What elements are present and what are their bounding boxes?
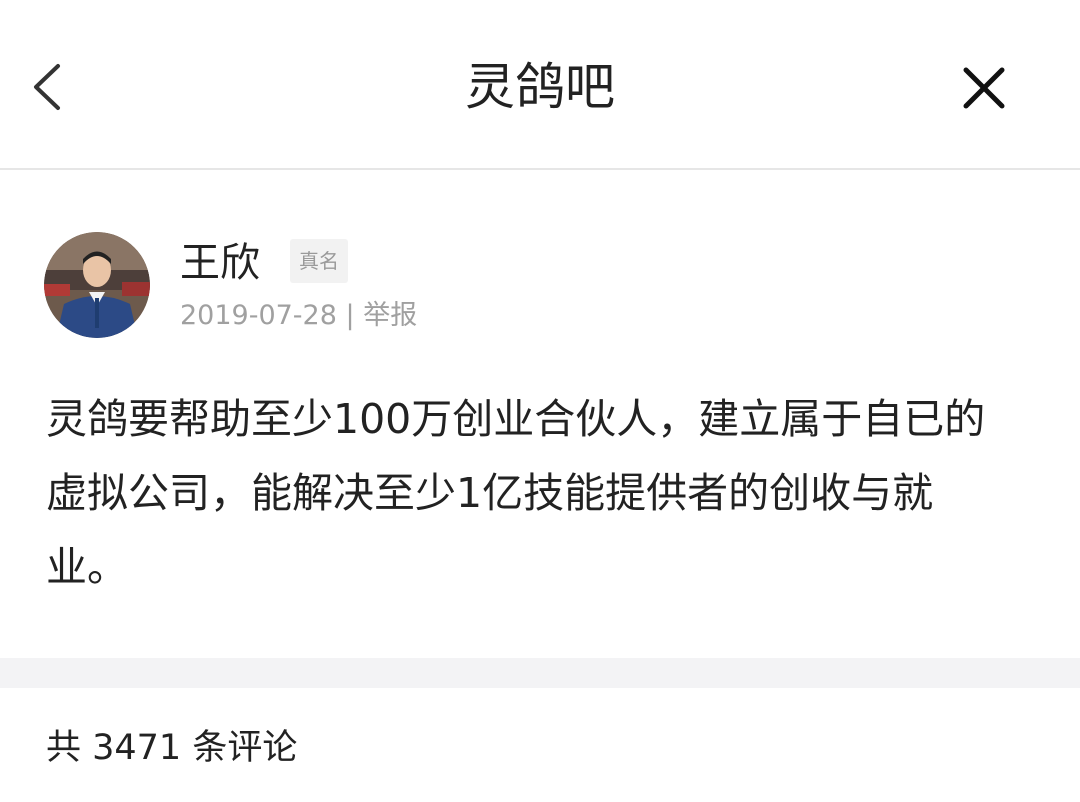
realname-badge: 真名 (290, 239, 348, 283)
post-detail-page: 灵鸽吧 王欣 真名 2019-07-28 | 举报 灵鸽要帮助至少100万创业合… (0, 0, 1080, 802)
author-name[interactable]: 王欣 (180, 236, 260, 290)
post-date: 2019-07-28 (180, 300, 337, 331)
meta-separator: | (345, 300, 355, 331)
page-title: 灵鸽吧 (465, 58, 615, 116)
avatar[interactable] (44, 232, 150, 338)
post-meta: 2019-07-28 | 举报 (180, 296, 417, 336)
close-icon (963, 67, 1005, 109)
avatar-photo-icon (44, 232, 150, 338)
section-divider (0, 658, 1080, 688)
post-body: 灵鸽要帮助至少100万创业合伙人，建立属于自已的虚拟公司，能解决至少1亿技能提供… (46, 395, 986, 591)
comment-count: 共 3471 条评论 (46, 728, 298, 768)
report-link[interactable]: 举报 (363, 300, 417, 331)
close-button[interactable] (952, 56, 1016, 120)
top-nav-bar: 灵鸽吧 (0, 0, 1080, 170)
